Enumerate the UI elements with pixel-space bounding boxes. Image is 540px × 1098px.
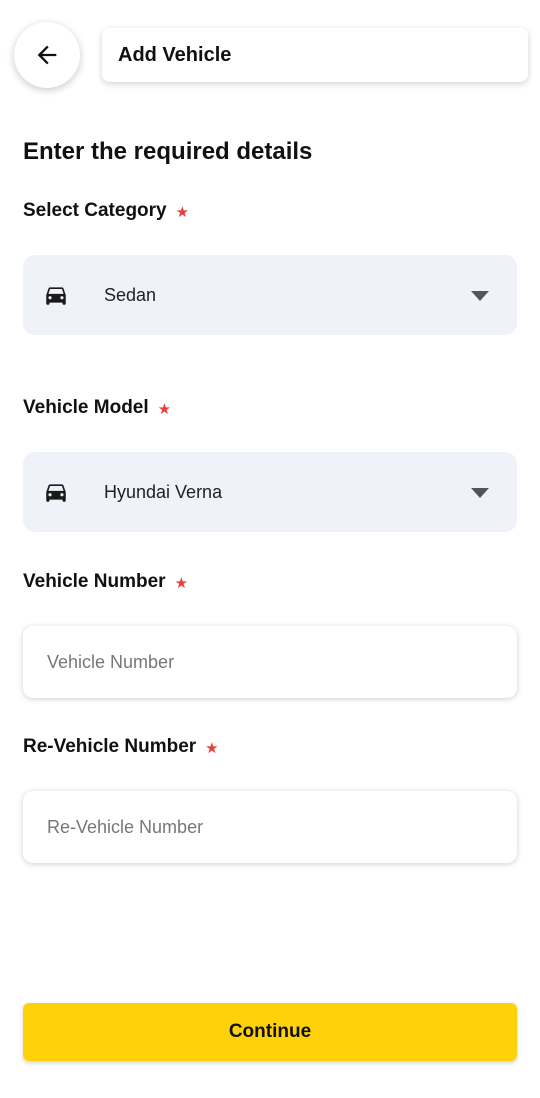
vehicle-number-label-text: Vehicle Number [23, 571, 166, 592]
required-star-icon: ★ [174, 575, 189, 592]
model-label-text: Vehicle Model [23, 397, 149, 418]
back-button[interactable] [14, 22, 80, 88]
page-title-card: Add Vehicle [102, 28, 528, 82]
model-dropdown[interactable]: Hyundai Verna [23, 452, 517, 532]
continue-button[interactable]: Continue [23, 1003, 517, 1061]
category-label: Select Category ★ [23, 200, 189, 222]
vehicle-number-input[interactable] [23, 626, 517, 698]
re-vehicle-number-input[interactable] [23, 791, 517, 863]
category-value: Sedan [104, 284, 157, 305]
required-star-icon: ★ [205, 740, 219, 757]
chevron-down-icon [471, 488, 489, 498]
model-label: Vehicle Model ★ [23, 397, 171, 419]
page-title: Add Vehicle [118, 43, 232, 66]
chevron-down-icon [471, 291, 489, 301]
category-dropdown[interactable]: Sedan [23, 255, 517, 335]
vehicle-number-label: Vehicle Number ★ [23, 571, 188, 593]
category-label-text: Select Category [23, 200, 167, 221]
arrow-left-icon [37, 45, 57, 65]
car-icon [46, 287, 66, 305]
re-vehicle-number-label: Re-Vehicle Number ★ [23, 736, 219, 758]
form-heading: Enter the required details [23, 138, 313, 165]
required-star-icon: ★ [175, 204, 190, 221]
model-value: Hyundai Verna [104, 481, 223, 502]
re-vehicle-number-label-text: Re-Vehicle Number [23, 736, 197, 757]
required-star-icon: ★ [157, 401, 172, 418]
car-icon [46, 484, 66, 502]
